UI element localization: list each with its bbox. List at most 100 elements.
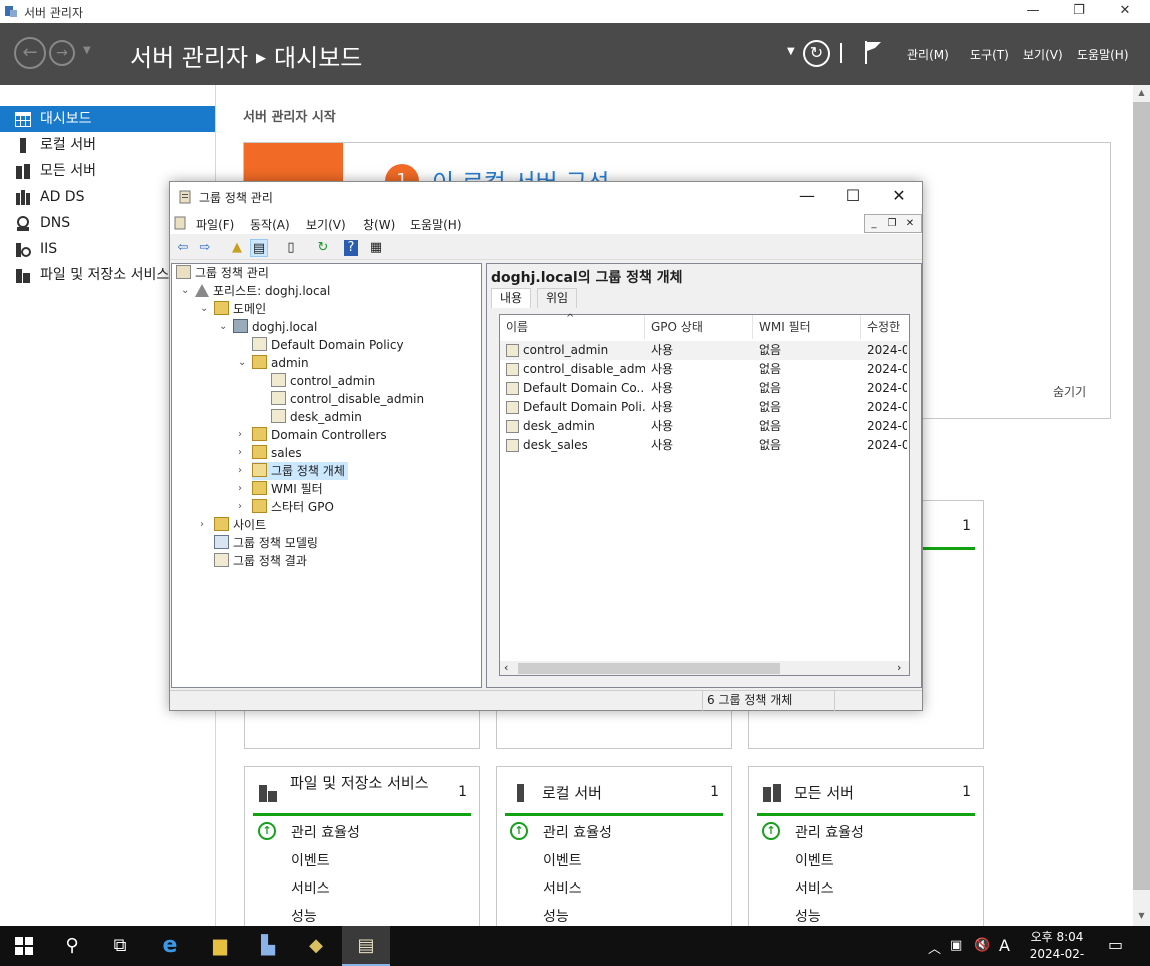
history-dropdown-icon[interactable]: ▼ <box>83 45 91 56</box>
mdi-close-button[interactable]: ✕ <box>901 215 919 232</box>
up-folder-icon[interactable]: ▲ <box>228 239 246 257</box>
file-explorer-icon[interactable]: ▆ <box>196 926 244 966</box>
column-header-name[interactable]: 이름 ^ <box>500 313 645 339</box>
minimize-button[interactable]: — <box>1010 0 1056 23</box>
back-icon[interactable]: ← <box>14 37 46 69</box>
gpmc-maximize-button[interactable]: ☐ <box>830 186 876 205</box>
menu-manage[interactable]: 관리(M) <box>907 46 949 63</box>
tree-node-default-domain-policy[interactable]: Default Domain Policy <box>252 336 404 354</box>
role-tile-local-server[interactable]: 로컬 서버 1 ↑ 관리 효율성 이벤트 서비스 성능 <box>496 766 732 936</box>
restore-button[interactable]: ❐ <box>1056 0 1102 23</box>
tree-node-desk-admin[interactable]: desk_admin <box>271 408 362 426</box>
menu-file[interactable]: 파일(F) <box>196 216 234 233</box>
tab-contents[interactable]: 내용 <box>491 288 532 308</box>
collapse-icon[interactable]: ⌄ <box>219 318 227 336</box>
column-header-wmi-filter[interactable]: WMI 필터 <box>753 315 861 339</box>
scroll-up-icon[interactable]: ▲ <box>1133 88 1150 97</box>
refresh-dropdown-icon[interactable]: ▼ <box>787 46 795 57</box>
tile-row-manageability[interactable]: 관리 효율성 <box>291 822 360 842</box>
collapse-icon[interactable]: ⌄ <box>200 300 208 318</box>
table-row[interactable]: Default Domain Poli... 사용 없음 2024-0 <box>500 398 909 417</box>
menu-window[interactable]: 창(W) <box>363 216 395 233</box>
forward-icon[interactable]: → <box>49 40 75 66</box>
gpmc-close-button[interactable]: ✕ <box>876 186 922 205</box>
refresh-icon[interactable]: ↻ <box>803 40 830 67</box>
expand-icon[interactable]: › <box>238 426 242 444</box>
hide-link[interactable]: 숨기기 <box>1053 383 1086 400</box>
tile-row-manageability[interactable]: 관리 효율성 <box>795 822 864 842</box>
tree-node-wmi-filters[interactable]: › WMI 필터 <box>238 480 323 498</box>
tree-node-domain-controllers[interactable]: › Domain Controllers <box>238 426 387 444</box>
sidebar-item-local-server[interactable]: 로컬 서버 <box>0 132 215 158</box>
menu-tools[interactable]: 도구(T) <box>970 46 1009 63</box>
close-button[interactable]: ✕ <box>1102 0 1148 23</box>
table-row[interactable]: control_disable_admin 사용 없음 2024-0 <box>500 360 909 379</box>
network-icon[interactable]: ▣ <box>950 938 962 953</box>
tree-node-ou-admin[interactable]: ⌄ admin <box>238 354 309 372</box>
tile-row-services[interactable]: 서비스 <box>543 878 582 898</box>
mdi-minimize-button[interactable]: _ <box>865 215 883 232</box>
tree-node-group-policy-objects[interactable]: › 그룹 정책 개체 <box>238 462 348 480</box>
mdi-restore-button[interactable]: ❐ <box>883 215 901 232</box>
menu-view[interactable]: 보기(V) <box>1023 46 1063 63</box>
search-icon[interactable]: ⚲ <box>48 926 96 966</box>
table-row[interactable]: desk_sales 사용 없음 2024-0 <box>500 436 909 455</box>
mmc-icon[interactable] <box>174 216 188 230</box>
scroll-left-icon[interactable]: ‹ <box>504 661 508 674</box>
column-header-gpo-status[interactable]: GPO 상태 <box>645 315 753 339</box>
notifications-icon[interactable]: ▭ <box>1108 935 1123 954</box>
tree-node-gp-modeling[interactable]: 그룹 정책 모델링 <box>214 534 318 552</box>
tree-node-forest[interactable]: ⌄ 포리스트: doghj.local <box>181 282 330 300</box>
server-manager-icon[interactable]: ▙ <box>244 926 292 966</box>
tree-node-gp-results[interactable]: 그룹 정책 결과 <box>214 552 307 570</box>
ad-tool-icon[interactable]: ◆ <box>292 926 340 966</box>
tile-row-events[interactable]: 이벤트 <box>291 850 330 870</box>
tree-node-starter-gpos[interactable]: › 스타터 GPO <box>238 498 334 516</box>
show-hide-tree-icon[interactable]: ▤ <box>250 239 268 257</box>
expand-icon[interactable]: › <box>238 444 242 462</box>
ime-indicator[interactable]: A <box>999 936 1010 955</box>
menu-action[interactable]: 동작(A) <box>250 216 290 233</box>
horizontal-scrollbar[interactable]: ‹ › <box>500 661 909 675</box>
table-row[interactable]: desk_admin 사용 없음 2024-0 <box>500 417 909 436</box>
tile-row-events[interactable]: 이벤트 <box>543 850 582 870</box>
role-tile-all-servers[interactable]: 모든 서버 1 ↑ 관리 효율성 이벤트 서비스 성능 <box>748 766 984 936</box>
properties-icon[interactable]: ▦ <box>367 239 385 257</box>
tree-node-ou-sales[interactable]: › sales <box>238 444 302 462</box>
menu-view[interactable]: 보기(V) <box>306 216 346 233</box>
expand-icon[interactable]: › <box>238 462 242 480</box>
table-row[interactable]: Default Domain Co... 사용 없음 2024-0 <box>500 379 909 398</box>
refresh-icon[interactable]: ↻ <box>314 239 332 257</box>
menu-help[interactable]: 도움말(H) <box>410 216 462 233</box>
tree-node-control-admin[interactable]: control_admin <box>271 372 375 390</box>
forward-icon[interactable]: ⇨ <box>196 239 214 257</box>
scroll-down-icon[interactable]: ▼ <box>1133 911 1150 920</box>
show-hidden-icons-icon[interactable]: ︿ <box>928 938 941 957</box>
tile-row-performance[interactable]: 성능 <box>291 906 317 926</box>
tile-row-events[interactable]: 이벤트 <box>795 850 834 870</box>
expand-icon[interactable]: › <box>238 480 242 498</box>
task-view-icon[interactable]: ⧉ <box>96 926 144 966</box>
scrollbar-thumb[interactable] <box>518 663 780 674</box>
back-icon[interactable]: ⇦ <box>174 239 192 257</box>
gpmc-taskbar-icon[interactable]: ▤ <box>342 926 390 966</box>
tile-row-performance[interactable]: 성능 <box>543 906 569 926</box>
table-row[interactable]: control_admin 사용 없음 2024-0 <box>500 341 909 360</box>
tab-delegation[interactable]: 위임 <box>537 288 578 308</box>
tile-row-manageability[interactable]: 관리 효율성 <box>543 822 612 842</box>
scroll-right-icon[interactable]: › <box>897 661 901 674</box>
scrollbar-thumb[interactable] <box>1133 102 1150 890</box>
tile-row-services[interactable]: 서비스 <box>795 878 834 898</box>
tree-node-control-disable-admin[interactable]: control_disable_admin <box>271 390 424 408</box>
volume-muted-icon[interactable]: 🔇 <box>974 938 990 953</box>
expand-icon[interactable]: › <box>238 498 242 516</box>
sidebar-item-dashboard[interactable]: 대시보드 <box>0 106 215 132</box>
clipboard-icon[interactable]: ▯ <box>282 239 300 257</box>
internet-explorer-icon[interactable]: e <box>146 926 194 966</box>
start-button[interactable] <box>0 926 48 966</box>
column-header-modified[interactable]: 수정한 <box>861 315 909 339</box>
tile-row-performance[interactable]: 성능 <box>795 906 821 926</box>
collapse-icon[interactable]: ⌄ <box>181 282 189 300</box>
expand-icon[interactable]: › <box>200 516 204 534</box>
menu-help[interactable]: 도움말(H) <box>1077 46 1129 63</box>
